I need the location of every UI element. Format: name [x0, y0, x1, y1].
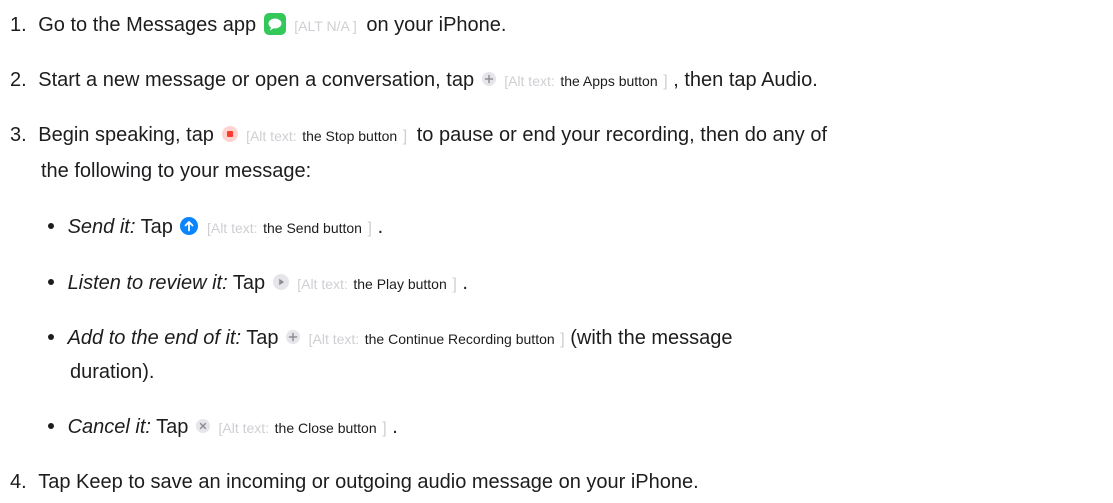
bullet-text: Tap: [156, 416, 189, 438]
stop-icon: [221, 125, 238, 142]
step-1: 1. Go to the Messages app [ALT N/A ] on …: [10, 12, 506, 39]
alt-text-close: ]: [452, 276, 457, 293]
alt-text-placeholder: [ALT N/A ]: [294, 18, 357, 34]
step-2: 2. Start a new message or open a convers…: [10, 67, 818, 95]
bullet-cancel: Cancel it: Tap [Alt text: the Close butt…: [48, 414, 398, 442]
bullet-label: Send it:: [67, 216, 136, 238]
bullet-label: Add to the end of it:: [67, 327, 242, 349]
bullet-listen: Listen to review it: Tap [Alt text: the …: [48, 270, 468, 298]
bullet-label: Listen to review it:: [67, 272, 228, 294]
instruction-list: 1. Go to the Messages app [ALT N/A ] on …: [0, 0, 1113, 503]
bullet-continue: Add to the end of it: Tap [Alt text: the…: [48, 325, 733, 353]
bullet-continue-continuation: duration).: [70, 359, 155, 385]
bullet-dot: [48, 333, 54, 340]
send-arrow-icon: [180, 216, 199, 235]
bullet-text: .: [377, 216, 384, 238]
step-3: 3. Begin speaking, tap [Alt text: the St…: [10, 122, 827, 150]
bullet-text: duration).: [70, 361, 155, 383]
alt-text-prefix: [Alt text:: [206, 220, 258, 236]
step-number: 2.: [10, 69, 27, 91]
bullet-label: Cancel it:: [67, 416, 151, 438]
alt-text-value: the Continue Recording button: [364, 331, 555, 347]
plus-circle-icon: [286, 329, 301, 344]
bullet-text: Tap: [140, 216, 173, 238]
alt-text-close: ]: [382, 420, 387, 437]
alt-text-close: ]: [367, 220, 372, 237]
bullet-send: Send it: Tap [Alt text: the Send button …: [48, 214, 383, 242]
step-text: to pause or end your recording, then do …: [416, 124, 828, 146]
bullet-text: (with the message: [570, 327, 733, 349]
step-text: the following to your message:: [41, 160, 312, 182]
step-text: on your iPhone.: [366, 14, 507, 36]
alt-text-value: the Play button: [353, 276, 447, 292]
step-text: , then tap Audio.: [673, 69, 818, 91]
alt-text-close: ]: [560, 331, 565, 348]
step-4: 4. Tap Keep to save an incoming or outgo…: [10, 469, 699, 495]
step-number: 3.: [10, 124, 27, 146]
step-text: Go to the Messages app: [38, 14, 257, 36]
step-text: Begin speaking, tap: [38, 124, 214, 146]
bullet-text: Tap: [246, 327, 279, 349]
alt-text-value: the Close button: [274, 420, 377, 436]
step-3-continuation: the following to your message:: [41, 158, 311, 184]
messages-app-icon: [263, 12, 286, 35]
alt-text-prefix: [Alt text:: [218, 420, 270, 436]
alt-text-close: ]: [402, 128, 408, 145]
close-icon: [195, 418, 210, 433]
alt-text-prefix: [Alt text:: [297, 276, 348, 292]
alt-text-value: the Send button: [263, 220, 362, 236]
step-number: 1.: [10, 14, 27, 36]
alt-text-prefix: [Alt text:: [246, 128, 297, 144]
bullet-dot: [48, 422, 54, 429]
alt-text-value: the Stop button: [302, 128, 398, 144]
step-text: Start a new message or open a conversati…: [38, 69, 475, 91]
alt-text-close: ]: [663, 73, 668, 90]
bullet-dot: [48, 222, 54, 229]
alt-text-prefix: [Alt text:: [504, 73, 555, 89]
step-number: 4.: [10, 471, 27, 493]
step-text: Tap Keep to save an incoming or outgoing…: [38, 471, 699, 493]
play-icon: [272, 273, 289, 290]
plus-circle-icon: [481, 71, 496, 86]
bullet-text: .: [392, 416, 398, 438]
bullet-dot: [48, 278, 54, 285]
alt-text-value: the Apps button: [560, 73, 658, 89]
alt-text-prefix: [Alt text:: [308, 331, 360, 347]
bullet-text: Tap: [232, 272, 266, 294]
bullet-text: .: [462, 272, 468, 294]
